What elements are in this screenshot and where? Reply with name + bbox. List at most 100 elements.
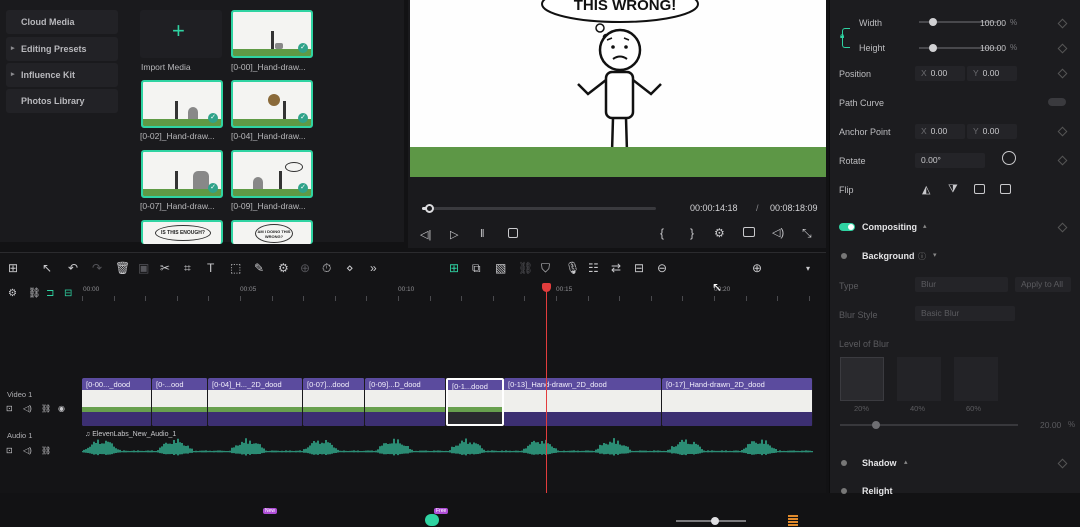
slider-handle[interactable]	[872, 421, 880, 429]
width-value[interactable]: 100.00	[980, 18, 1006, 28]
nav-photos-library[interactable]: Photos Library	[6, 89, 118, 113]
help-icon[interactable]: ⓘ	[918, 251, 926, 262]
blur-style-select[interactable]: Basic Blur	[915, 306, 1015, 321]
video-clip[interactable]: [0-04]_H..._2D_dood	[208, 378, 303, 426]
link-icon[interactable]: ⛓	[518, 261, 533, 275]
collapse-icon[interactable]: ▴	[923, 222, 927, 230]
image-icon[interactable]: ▧	[495, 261, 506, 275]
keyframe-icon[interactable]	[1057, 458, 1068, 469]
timeline-ruler[interactable]: ⚙ ⛓ ⊐ ⊟ 00:00 00:05 00:10 00:15 00:20	[0, 284, 826, 302]
video-clip-selected[interactable]: [0-1...dood	[446, 378, 504, 426]
shadow-toggle[interactable]	[841, 460, 847, 466]
keyframe-icon[interactable]	[1057, 222, 1068, 233]
video-clip[interactable]: [0-17]_Hand-drawn_2D_dood	[662, 378, 813, 426]
anchor-x-field[interactable]: X 0.00	[915, 124, 965, 139]
media-thumb[interactable]: IS THIS ENOUGH?	[141, 220, 223, 244]
microphone-icon[interactable]: 🎙︎	[565, 261, 580, 275]
fit-icon[interactable]: ⊟	[634, 261, 644, 275]
track-mute-icon[interactable]: ◁)	[23, 404, 32, 413]
audio-waveform[interactable]	[82, 431, 813, 460]
video-clip[interactable]: [0-07]...dood	[303, 378, 365, 426]
track-mute-icon[interactable]: ◁)	[23, 446, 32, 455]
crop-icon[interactable]: ⌗	[184, 261, 191, 276]
position-y-field[interactable]: Y 0.00	[967, 66, 1017, 81]
speed-timer-icon[interactable]: ⏱	[322, 261, 331, 276]
rotate-dial-icon[interactable]	[1002, 151, 1016, 165]
slider-handle[interactable]	[929, 18, 937, 26]
apply-to-all-button[interactable]: Apply to All	[1015, 277, 1071, 292]
media-thumb[interactable]: ✓	[141, 150, 223, 198]
previous-frame-icon[interactable]: ◁|	[420, 228, 431, 241]
preview-icon[interactable]: ⊟	[64, 288, 72, 299]
blur-preset[interactable]	[954, 357, 998, 401]
blur-preset[interactable]	[840, 357, 884, 401]
pause-icon[interactable]: ‖	[480, 228, 485, 240]
stop-icon[interactable]	[508, 228, 518, 238]
anchor-y-field[interactable]: Y 0.00	[967, 124, 1017, 139]
blur-preset[interactable]	[897, 357, 941, 401]
media-thumb[interactable]: AM I DOING THIS WRONG?	[231, 220, 313, 244]
collapse-icon[interactable]: ▾	[933, 251, 937, 259]
zoom-fit-icon[interactable]: ⊕	[300, 261, 310, 275]
keyframe-icon[interactable]	[1057, 126, 1068, 137]
text-icon[interactable]: T	[207, 261, 214, 275]
mixer-icon[interactable]: ☷	[588, 261, 599, 275]
unlink-icon[interactable]: ⛓	[28, 288, 41, 299]
scrubber-handle[interactable]	[425, 204, 435, 213]
nav-influence-kit[interactable]: ▸ Influence Kit	[6, 63, 118, 87]
crop-box-icon[interactable]: ▣	[138, 261, 149, 275]
keyframe-path-icon[interactable]: ⋄	[346, 261, 354, 275]
replace-icon[interactable]: ⇄	[611, 261, 621, 275]
timeline-settings-icon[interactable]: ⚙	[8, 288, 17, 299]
media-thumb[interactable]: ✓	[231, 10, 313, 58]
preview-canvas[interactable]: THIS WRONG!	[410, 0, 826, 177]
transform-icon[interactable]: ⬚	[230, 261, 241, 275]
position-x-field[interactable]: X 0.00	[915, 66, 965, 81]
media-thumb[interactable]: ✓	[141, 80, 223, 128]
zoom-in-icon[interactable]: ⊕	[752, 261, 762, 275]
play-icon[interactable]: ▷	[450, 228, 458, 241]
nav-editing-presets[interactable]: ▸ Editing Presets	[6, 37, 118, 61]
nav-cloud-media[interactable]: Cloud Media	[6, 10, 118, 34]
scrubber-track[interactable]	[422, 204, 656, 213]
media-thumb[interactable]: ✓	[231, 80, 313, 128]
fullscreen-icon[interactable]: ⤡	[802, 226, 812, 241]
collapse-icon[interactable]: ▴	[904, 458, 908, 466]
video-clip[interactable]: [0-00..._dood	[82, 378, 152, 426]
background-toggle[interactable]	[841, 253, 847, 259]
settings-gear-icon[interactable]: ⚙	[714, 226, 725, 240]
video-clip[interactable]: [0-09]...D_dood	[365, 378, 446, 426]
height-value[interactable]: 100.00	[980, 43, 1006, 53]
zoom-slider[interactable]	[676, 517, 746, 525]
blur-level-slider[interactable]	[840, 421, 1018, 429]
snapshot-camera-icon[interactable]	[743, 227, 755, 237]
lock-icon[interactable]: 🔒︎	[840, 31, 844, 41]
select-arrow-icon[interactable]: ↖	[42, 261, 52, 275]
shield-icon[interactable]: ⛉	[541, 261, 550, 276]
zoom-out-icon[interactable]: ⊖	[657, 261, 667, 275]
video-clip[interactable]: [0-13]_Hand-drawn_2D_dood	[504, 378, 662, 426]
track-link-icon[interactable]: ⛓	[41, 404, 51, 413]
flip-horizontal-icon[interactable]: ◭	[922, 183, 930, 196]
mark-out-icon[interactable]: }	[690, 226, 694, 240]
menu-caret-icon[interactable]: ▾	[806, 264, 810, 273]
type-select[interactable]: Blur	[915, 277, 1008, 292]
path-curve-toggle[interactable]	[1048, 98, 1066, 106]
slider-handle[interactable]	[711, 517, 719, 525]
flip-vertical-icon[interactable]: ⧩	[948, 183, 958, 196]
import-media-button[interactable]: +	[140, 10, 222, 58]
track-lock-icon[interactable]: ⊡	[6, 446, 13, 455]
undo-icon[interactable]: ↶	[68, 261, 78, 275]
blur-level-value[interactable]: 20.00	[1040, 420, 1061, 430]
pen-icon[interactable]: ✎	[254, 261, 264, 275]
rotate-field[interactable]: 0.00°	[915, 153, 985, 168]
keyframe-icon[interactable]	[1057, 18, 1068, 29]
snap-icon[interactable]: ⊞	[449, 261, 459, 275]
track-eye-icon[interactable]: ◉	[58, 404, 65, 413]
relight-toggle[interactable]	[841, 488, 847, 494]
keyframe-icon[interactable]	[1057, 43, 1068, 54]
audio-meter-icon[interactable]	[788, 515, 798, 527]
ai-mascot-icon[interactable]	[425, 514, 439, 526]
redo-icon[interactable]: ↷	[92, 261, 102, 275]
delete-icon[interactable]: 🗑︎	[115, 261, 130, 275]
